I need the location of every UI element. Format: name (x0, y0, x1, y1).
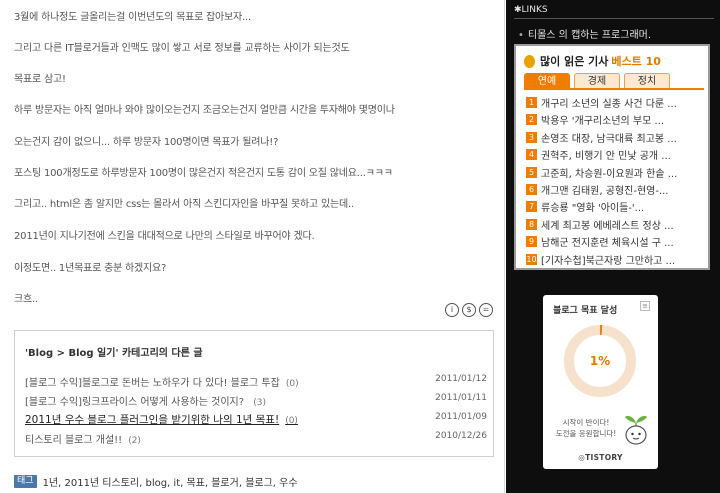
popular-articles-title: 많이 읽은 기사 베스트 10 (524, 53, 661, 69)
rank-badge: 2 (526, 114, 537, 126)
tab-economy[interactable]: 경제 (574, 73, 620, 88)
related-post-link[interactable]: 티스토리 블로그 개설!! (2) (25, 431, 141, 446)
post-paragraph: 그리고 다른 IT블로거들과 인맥도 많이 쌓고 서로 정보를 교류하는 사이가… (14, 43, 350, 54)
non-commercial-icon[interactable]: $ (462, 303, 476, 317)
post-paragraph: 2011년이 지나기전에 스킨을 대대적으로 나만의 스타일로 바꾸어야 겠다. (14, 231, 315, 242)
popular-article[interactable]: 10 [기자수첩]북근자랑 그만하고 ... (526, 252, 706, 267)
goal-title: 블로그 목표 달성 (553, 306, 618, 316)
tab-underline (524, 88, 704, 90)
popular-article[interactable]: 1 개구리 소년의 실종 사건 다룬 ... (526, 95, 706, 110)
post-paragraph: 포스팅 100개정도로 하루방문자 100명이 많은건지 적은건지 도통 감이 … (14, 168, 393, 179)
rank-badge: 10 (526, 253, 537, 265)
sprout-mascot-icon (625, 415, 647, 445)
no-derivatives-icon[interactable]: = (479, 303, 493, 317)
popular-article[interactable]: 6 개그맨 김태원, 공형진-현영-... (526, 182, 706, 197)
post-paragraph: 크흐.. (14, 294, 38, 305)
link-item[interactable]: • 티몰스 의 캡하는 프로그래머. (518, 26, 651, 41)
related-post-date: 2011/01/11 (435, 393, 487, 403)
rank-badge: 6 (526, 183, 537, 195)
goal-percent: 1% (589, 354, 611, 368)
creative-commons-attribution-icon[interactable]: i (445, 303, 459, 317)
tag-list[interactable]: 1년, 2011년 티스토리, blog, it, 목표, 블로거, 블로그, … (43, 474, 298, 489)
tag-label: 태그 (14, 474, 37, 488)
related-post-date: 2011/01/09 (435, 412, 487, 422)
related-posts-title: 'Blog > Blog 일기' 카테고리의 다른 글 (25, 348, 203, 359)
tab-entertainment[interactable]: 연예 (524, 73, 570, 88)
asterisk-icon: ✱ (514, 5, 522, 15)
goal-message: 시작이 반이다! 도전을 응원합니다! (555, 418, 617, 438)
popular-articles-list: 1 개구리 소년의 실종 사건 다룬 ... 2 박용우 '개구리소년의 부모 ..… (526, 95, 706, 269)
post-paragraph: 3월에 하나정도 글올리는걸 이번년도의 목표로 잡아보자... (14, 12, 251, 23)
related-post-row: 2011년 우수 블로그 플러그인을 받기위한 나의 1년 목표! (0) 201… (25, 412, 487, 426)
tistory-logo: ◎TISTORY (578, 453, 623, 462)
list-icon[interactable]: ≡ (640, 301, 650, 311)
tab-politics[interactable]: 정치 (624, 73, 670, 88)
post-paragraph: 그리고.. html은 좀 알지만 css는 몰라서 아직 스킨디자인을 바꾸질… (14, 199, 354, 210)
rank-badge: 7 (526, 201, 537, 213)
popular-article[interactable]: 2 박용우 '개구리소년의 부모 ... (526, 112, 706, 127)
related-post-date: 2011/01/12 (435, 374, 487, 384)
related-post-row: [블로그 수익]링크프라이스 어떻게 사용하는 것이지? (3) 2011/01… (25, 393, 487, 408)
medal-icon (524, 54, 535, 68)
post-paragraph: 목표로 삼고! (14, 74, 66, 85)
popular-articles-widget: 많이 읽은 기사 베스트 10 연예 경제 정치 1 개구리 소년의 실종 사건 다… (514, 44, 710, 270)
post-license-icons: i $ = (445, 303, 493, 317)
rank-badge: 8 (526, 218, 537, 230)
related-post-date: 2010/12/26 (435, 431, 487, 441)
post-content: 3월에 하나정도 글올리는걸 이번년도의 목표로 잡아보자... 그리고 다른 … (0, 0, 505, 493)
popular-article[interactable]: 3 손영조 대장, 남극대륙 최고봉 ... (526, 130, 706, 145)
related-post-row: [블로그 수익]블로그로 돈버는 노하우가 다 있다! 블로그 투잡 (0) 20… (25, 374, 487, 389)
post-paragraph: 이정도면.. 1년목표로 충분 하겠지요? (14, 263, 167, 274)
popular-tabs: 연예 경제 정치 (524, 73, 674, 88)
rank-badge: 3 (526, 131, 537, 143)
popular-article[interactable]: 7 류승룡 "영화 '아이들-'... (526, 199, 706, 214)
popular-article[interactable]: 9 남해군 전지훈련 체육시설 구 ... (526, 234, 706, 249)
links-divider (514, 18, 714, 19)
rank-badge: 1 (526, 97, 537, 108)
post-paragraph: 하루 방문자는 아직 얼마나 와야 많이오는건지 조금오는건지 얼만큼 시간을 … (14, 105, 395, 116)
post-paragraph: 오는건지 감이 없으니... 하루 방문자 100명이면 목표가 될려나!? (14, 137, 279, 148)
rank-badge: 9 (526, 236, 537, 248)
related-post-row: 티스토리 블로그 개설!! (2) 2010/12/26 (25, 431, 487, 446)
related-post-link-current[interactable]: 2011년 우수 블로그 플러그인을 받기위한 나의 1년 목표! (0) (25, 412, 298, 427)
popular-article[interactable]: 8 세계 최고봉 에베레스트 정상 ... (526, 217, 706, 232)
popular-article[interactable]: 5 고준희, 차승원-이요원과 한솥 ... (526, 165, 706, 180)
related-post-link[interactable]: [블로그 수익]블로그로 돈버는 노하우가 다 있다! 블로그 투잡 (0) (25, 374, 299, 389)
post-tags: 태그 1년, 2011년 티스토리, blog, it, 목표, 블로거, 블로… (14, 474, 298, 489)
links-header: ✱LINKS (514, 5, 548, 15)
related-post-link[interactable]: [블로그 수익]링크프라이스 어떻게 사용하는 것이지? (3) (25, 393, 266, 408)
related-posts-box: 'Blog > Blog 일기' 카테고리의 다른 글 [블로그 수익]블로그로… (14, 330, 494, 457)
rank-badge: 4 (526, 149, 537, 161)
rank-badge: 5 (526, 166, 537, 178)
blog-goal-widget: 블로그 목표 달성 ≡ 1% 시작이 반이다! 도전을 응원합니다! ◎TIST… (543, 295, 658, 469)
bullet-icon: • (518, 30, 524, 41)
popular-article[interactable]: 4 권혁주, 비행기 안 민낯 공개 ... (526, 147, 706, 162)
